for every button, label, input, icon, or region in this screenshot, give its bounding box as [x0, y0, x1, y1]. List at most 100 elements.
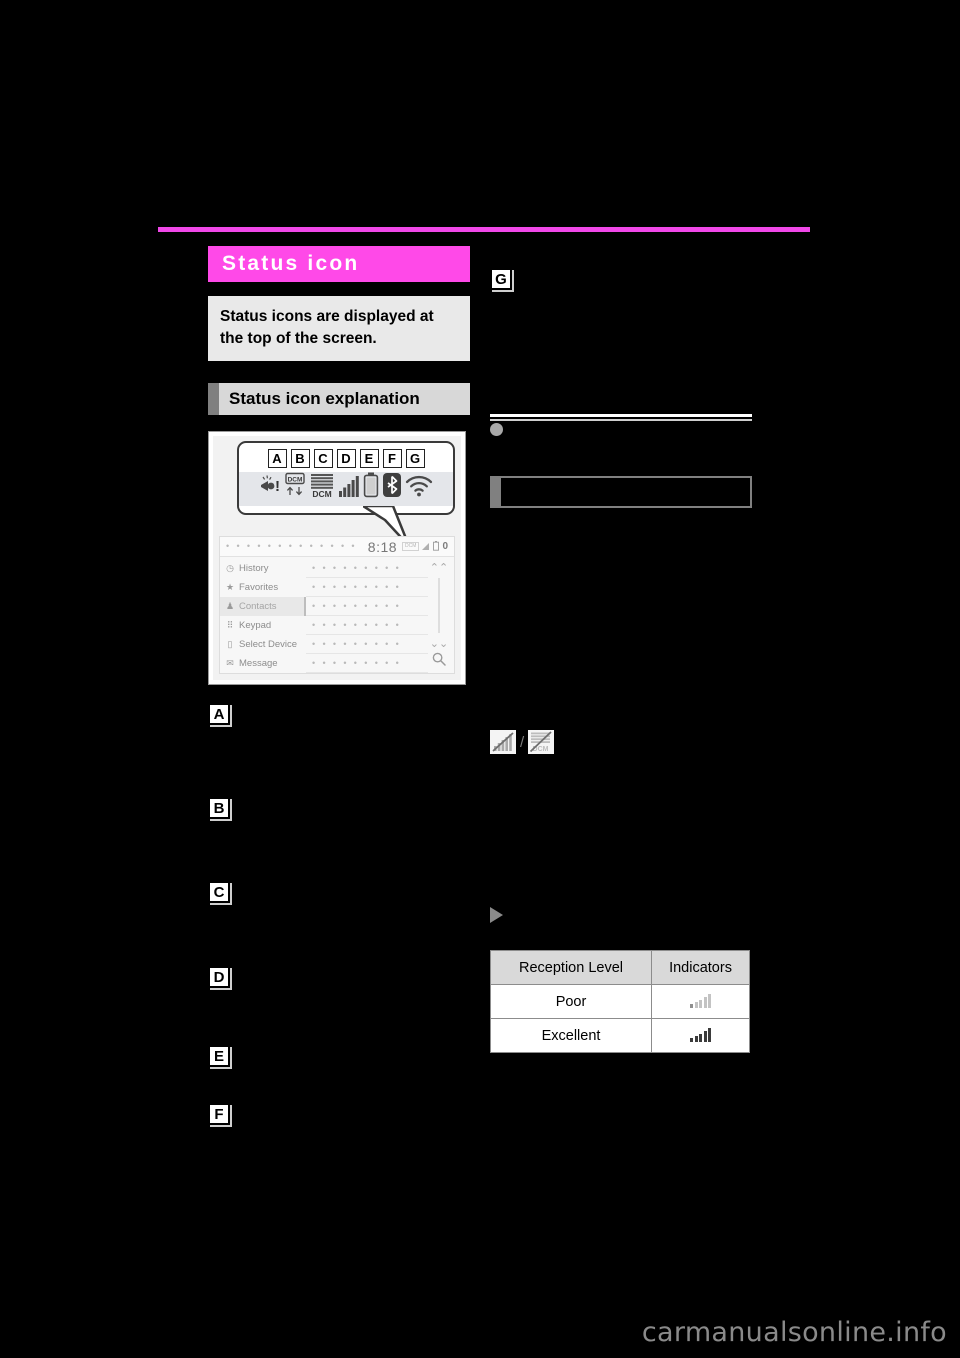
list-item[interactable]: • • • • • • • • •	[306, 597, 428, 616]
list-item-placeholder: • • • • • • • • •	[312, 619, 402, 630]
status-bar-zero: 0	[442, 541, 448, 552]
letter-description	[208, 908, 470, 909]
signal-bars-low-icon	[690, 992, 712, 1008]
svg-text:DCM: DCM	[312, 489, 331, 498]
phone-menu-list: ◷ History ★ Favorites ♟ Contacts ⠿ Keypa…	[220, 557, 306, 673]
list-item-placeholder: • • • • • • • • •	[312, 581, 402, 592]
manual-page: Status icon Status icons are displayed a…	[0, 0, 960, 1358]
menu-item-label: Contacts	[239, 601, 277, 612]
scroll-up-button[interactable]: ⌃⌃	[430, 561, 448, 574]
list-item[interactable]: • • • • • • • • •	[306, 559, 428, 578]
section-tab	[490, 476, 501, 508]
contacts-icon: ♟	[225, 601, 235, 611]
signal-small-icon	[422, 538, 430, 556]
column-header-reception-level: Reception Level	[489, 950, 653, 985]
bluetooth-icon	[382, 472, 402, 503]
separator-slash: /	[520, 733, 525, 751]
reception-level-poor: Poor	[489, 984, 653, 1019]
letter-marker: C	[208, 881, 230, 903]
scroll-down-button[interactable]: ⌄⌄	[430, 637, 448, 650]
left-column: Status icon Status icons are displayed a…	[208, 246, 470, 1131]
callout-letter-g: G	[405, 449, 425, 468]
svg-text:!: !	[275, 478, 280, 495]
rule-white	[490, 414, 752, 417]
no-signal-icon-group: / DCM	[490, 730, 752, 754]
triangle-bullet-icon	[490, 907, 503, 923]
callout-letter-b: B	[290, 449, 310, 468]
accent-rule	[158, 227, 810, 232]
battery-icon	[363, 472, 379, 503]
search-icon[interactable]	[432, 652, 446, 669]
callout-letter-f: F	[382, 449, 402, 468]
letter-item-a: A	[208, 703, 470, 731]
letter-marker: B	[208, 797, 230, 819]
list-item[interactable]: • • • • • • • • •	[306, 654, 428, 673]
section-heading-label: Status icon explanation	[219, 383, 470, 415]
letter-item-g: G	[490, 268, 752, 296]
wifi-icon	[405, 474, 433, 503]
callout-letter-e: E	[359, 449, 379, 468]
letter-description	[208, 730, 470, 731]
letter-description	[208, 1130, 470, 1131]
right-column: G / DCM Reception Level Indicators Poor …	[489, 268, 752, 1053]
indicator-cell-excellent	[651, 1018, 750, 1053]
menu-item-favorites[interactable]: ★ Favorites	[220, 578, 306, 597]
letter-marker: G	[490, 268, 512, 290]
reception-level-table: Reception Level Indicators Poor Excellen…	[489, 950, 750, 1053]
letter-description	[208, 1072, 470, 1073]
reception-level-excellent: Excellent	[489, 1018, 653, 1053]
bullet-dot-icon	[490, 423, 503, 436]
signal-bars-full-icon	[690, 1026, 712, 1042]
status-bar-icons: DCM 0	[402, 538, 448, 556]
menu-item-label: Favorites	[239, 582, 279, 593]
phone-menu: ◷ History ★ Favorites ♟ Contacts ⠿ Keypa…	[220, 557, 454, 673]
letter-marker: E	[208, 1045, 230, 1067]
list-item-placeholder: • • • • • • • • •	[312, 600, 402, 611]
clock-label: 8:18	[367, 538, 398, 555]
status-bar-dots: • • • • • • • • • • • • •	[226, 541, 357, 551]
menu-item-label: Keypad	[239, 620, 272, 631]
message-icon: ✉	[226, 658, 234, 668]
indicator-cell-poor	[651, 984, 750, 1019]
list-item[interactable]: • • • • • • • • •	[306, 616, 428, 635]
svg-text:DCM: DCM	[288, 476, 303, 483]
scrollbar[interactable]: ⌃⌃ ⌄⌄	[427, 559, 451, 671]
site-watermark: carmanualsonline.info	[641, 1317, 947, 1348]
menu-item-label: History	[239, 563, 269, 574]
menu-item-message[interactable]: ✉ Message	[220, 654, 306, 673]
list-item[interactable]: • • • • • • • • •	[306, 635, 428, 654]
menu-item-history[interactable]: ◷ History	[220, 559, 306, 578]
menu-item-keypad[interactable]: ⠿ Keypad	[220, 616, 306, 635]
table-header-row: Reception Level Indicators	[489, 950, 750, 985]
dcm-signal-icon: DCM	[309, 472, 335, 503]
star-icon: ★	[225, 582, 235, 592]
screen-status-bar: • • • • • • • • • • • • • 8:18 DCM 0	[220, 537, 454, 557]
callout-letter-row: A B C D E F G	[239, 449, 453, 468]
device-icon: ▯	[227, 639, 233, 649]
body-text-block	[490, 520, 752, 735]
menu-item-label: Message	[239, 658, 278, 669]
bullet-heading	[490, 421, 752, 436]
status-icon-figure: A B C D E F G ! DCM DCM • • • • • • • • …	[208, 431, 466, 685]
letter-item-f: F	[208, 1103, 470, 1131]
list-item[interactable]: • • • • • • • • •	[306, 578, 428, 597]
menu-item-contacts[interactable]: ♟ Contacts	[220, 597, 306, 616]
column-header-indicators: Indicators	[651, 950, 750, 985]
triangle-bullet-row	[490, 907, 752, 923]
lead-paragraph: Status icons are displayed at the top of…	[208, 296, 470, 361]
signal-bars-icon	[338, 474, 360, 503]
letter-description	[208, 824, 470, 825]
list-item-placeholder: • • • • • • • • •	[312, 638, 402, 649]
table-row: Poor	[489, 984, 750, 1019]
section-heading-secondary	[490, 476, 752, 508]
head-unit-screen: • • • • • • • • • • • • • 8:18 DCM 0 ◷ H…	[219, 536, 455, 674]
letter-description	[208, 993, 470, 994]
keypad-icon: ⠿	[226, 620, 234, 630]
letter-item-d: D	[208, 966, 470, 994]
scrollbar-track[interactable]	[438, 578, 440, 633]
letter-marker: A	[208, 703, 230, 725]
menu-item-select-device[interactable]: ▯ Select Device	[220, 635, 306, 654]
clock-icon: ◷	[226, 563, 234, 573]
letter-description	[490, 295, 752, 296]
list-item-placeholder: • • • • • • • • •	[312, 657, 402, 668]
